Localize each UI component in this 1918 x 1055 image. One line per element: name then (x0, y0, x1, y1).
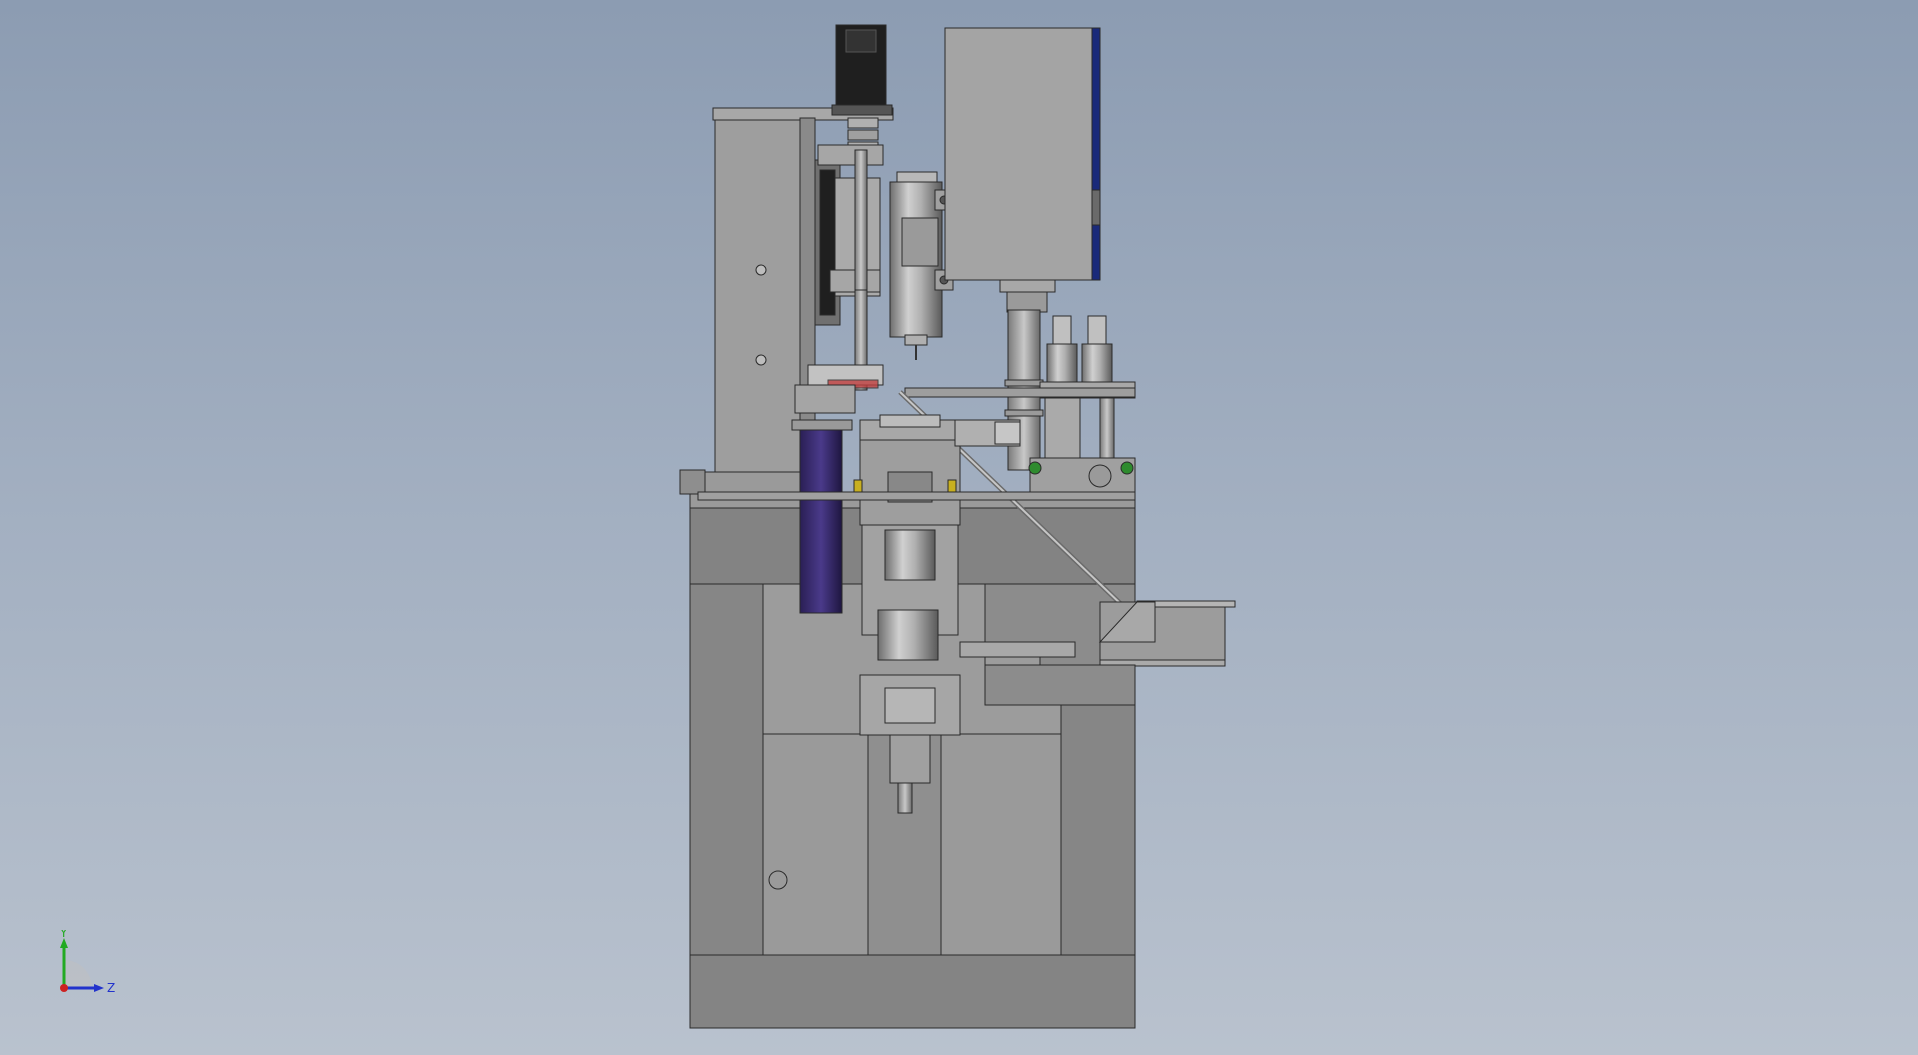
column-hole-1 (755, 264, 767, 276)
drive-belt (799, 424, 843, 614)
upper-assembly-baseplate (697, 491, 1136, 501)
servo-motor-flange (831, 104, 893, 116)
pillar-ring-2 (1004, 409, 1044, 417)
cylinder-fitting-1 (1052, 315, 1072, 345)
servo-motor (831, 24, 893, 151)
control-box-body (944, 27, 1101, 281)
pneumatic-group (1028, 315, 1136, 494)
spindle-window (901, 217, 939, 267)
slide-bracket-top (817, 144, 884, 166)
cylinder-body-2 (1081, 343, 1113, 385)
base-hole (768, 870, 788, 890)
spindle-unit (889, 171, 954, 360)
side-clamp-tab (994, 421, 1021, 445)
vertical-rod-right (1099, 397, 1115, 461)
servo-motor-cap (845, 29, 877, 53)
mid-cylinder-2 (877, 609, 939, 661)
coupling-2 (847, 129, 879, 141)
knob-right (1088, 464, 1112, 488)
column-hole-2 (755, 354, 767, 366)
base-bottom-rail (689, 954, 1136, 1029)
arm-bar (904, 387, 1136, 398)
mid-cylinder (884, 529, 936, 581)
column-base-block (699, 471, 811, 495)
slide-rail-face (819, 169, 836, 316)
lower-block-inner (884, 687, 936, 724)
head-collar (879, 414, 941, 428)
pillar-ring-1 (1004, 379, 1044, 387)
control-box (944, 27, 1101, 313)
cylinder-body-1 (1046, 343, 1078, 385)
spindle-nose (904, 334, 928, 346)
control-box-side-mid (1091, 189, 1101, 226)
column-foot-left (679, 469, 706, 495)
lower-nozzle (889, 734, 931, 784)
z-axis-label: Z (107, 981, 115, 995)
z-axis-arrow (94, 984, 104, 992)
vertical-plate-right (1044, 397, 1081, 459)
belt-top-plate (791, 419, 853, 431)
cad-viewport[interactable]: Y Z (0, 0, 1918, 1055)
control-box-neck (1006, 291, 1048, 313)
lower-tip (897, 782, 913, 814)
green-fitting-1 (1028, 461, 1042, 475)
cad-model-assembly[interactable] (0, 0, 1918, 1055)
control-box-foot (999, 279, 1056, 293)
base-panel-lower-left (762, 733, 869, 956)
green-fitting-2 (1120, 461, 1134, 475)
triad-origin (60, 984, 68, 992)
axis-triad: Y Z (59, 930, 115, 995)
base-panel-lower-right (940, 733, 1062, 956)
lower-bracket-right (1029, 457, 1136, 494)
cylinder-fitting-2 (1087, 315, 1107, 345)
tray-lower-step (984, 664, 1136, 706)
triad-plane-fill (64, 960, 92, 988)
arm-bracket-left (794, 384, 856, 414)
control-box-side (1091, 27, 1101, 281)
vertical-slide (814, 144, 884, 391)
guide-bar (959, 641, 1076, 658)
base-left-leg (689, 583, 764, 956)
y-axis-label: Y (59, 930, 68, 940)
coupling-1 (847, 117, 879, 129)
